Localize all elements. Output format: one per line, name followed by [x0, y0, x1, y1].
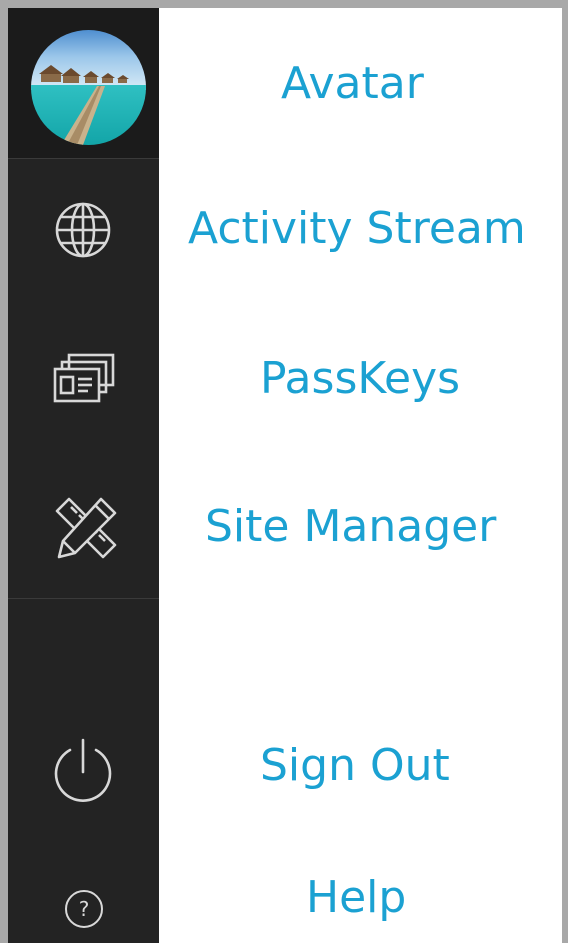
menu-item-passkeys[interactable]: PassKeys	[260, 357, 460, 401]
menu-item-sign-out[interactable]: Sign Out	[260, 744, 450, 788]
menu-item-help[interactable]: Help	[306, 876, 406, 920]
power-icon[interactable]	[51, 736, 115, 804]
sidebar-rail: ?	[8, 8, 159, 943]
menu-item-avatar[interactable]: Avatar	[281, 62, 424, 106]
help-icon[interactable]: ?	[63, 888, 105, 930]
globe-icon[interactable]	[53, 200, 113, 260]
menu-item-activity-stream[interactable]: Activity Stream	[188, 207, 526, 251]
help-glyph: ?	[79, 897, 90, 921]
avatar[interactable]	[31, 30, 146, 145]
sidebar-divider	[8, 598, 159, 599]
cards-icon[interactable]	[53, 351, 117, 405]
avatar-section	[8, 8, 159, 159]
pencil-ruler-icon[interactable]	[51, 493, 121, 563]
avatar-photo	[31, 30, 146, 145]
menu-item-site-manager[interactable]: Site Manager	[205, 505, 496, 549]
